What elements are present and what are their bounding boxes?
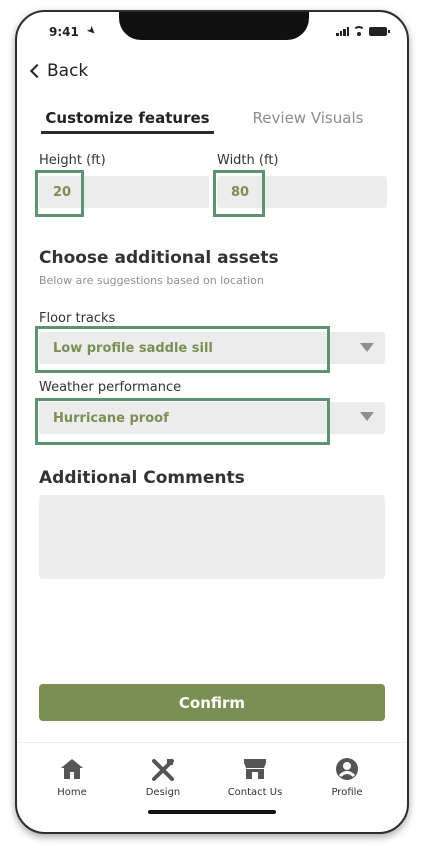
home-indicator bbox=[148, 810, 276, 814]
chevron-left-icon bbox=[29, 63, 45, 79]
battery-icon bbox=[369, 26, 390, 36]
height-label: Height (ft) bbox=[39, 153, 106, 168]
chevron-down-icon[interactable] bbox=[360, 343, 374, 352]
comments-textarea[interactable] bbox=[39, 495, 385, 579]
store-icon bbox=[215, 755, 295, 781]
width-label: Width (ft) bbox=[217, 153, 279, 168]
signal-icon bbox=[336, 26, 349, 36]
design-icon bbox=[123, 755, 203, 781]
width-highlight bbox=[213, 170, 265, 217]
comments-title: Additional Comments bbox=[39, 468, 245, 488]
assets-title: Choose additional assets bbox=[39, 248, 279, 268]
status-time: 9:41 bbox=[49, 25, 79, 39]
profile-icon bbox=[307, 755, 387, 781]
nav-home[interactable]: Home bbox=[32, 755, 112, 798]
nav-profile-label: Profile bbox=[331, 787, 363, 798]
height-highlight bbox=[35, 170, 84, 217]
nav-home-label: Home bbox=[57, 787, 87, 798]
tab-review-visuals[interactable]: Review Visuals bbox=[237, 109, 379, 127]
nav-design-label: Design bbox=[145, 787, 181, 798]
wifi-icon bbox=[353, 26, 365, 36]
location-arrow-icon: ➤ bbox=[83, 22, 100, 39]
floor-tracks-highlight bbox=[35, 326, 330, 373]
nav-design[interactable]: Design bbox=[123, 755, 203, 798]
phone-frame: 9:41 ➤ Back Customize features Review Vi… bbox=[15, 10, 409, 834]
nav-contact-us[interactable]: Contact Us bbox=[215, 755, 295, 798]
weather-label: Weather performance bbox=[39, 380, 182, 395]
bottom-nav: Home Design Contact Us Profile bbox=[17, 742, 407, 832]
assets-subtitle: Below are suggestions based on location bbox=[39, 274, 264, 287]
back-label: Back bbox=[47, 61, 89, 81]
tab-customize-features[interactable]: Customize features bbox=[41, 109, 214, 134]
device-notch bbox=[119, 12, 309, 40]
confirm-button[interactable]: Confirm bbox=[39, 684, 385, 721]
nav-profile[interactable]: Profile bbox=[307, 755, 387, 798]
nav-contact-label: Contact Us bbox=[227, 787, 283, 798]
chevron-down-icon[interactable] bbox=[360, 412, 374, 421]
back-button[interactable]: Back bbox=[29, 61, 88, 81]
weather-highlight bbox=[35, 398, 330, 445]
home-icon bbox=[32, 755, 112, 781]
status-icons bbox=[336, 26, 390, 36]
floor-tracks-label: Floor tracks bbox=[39, 311, 116, 326]
